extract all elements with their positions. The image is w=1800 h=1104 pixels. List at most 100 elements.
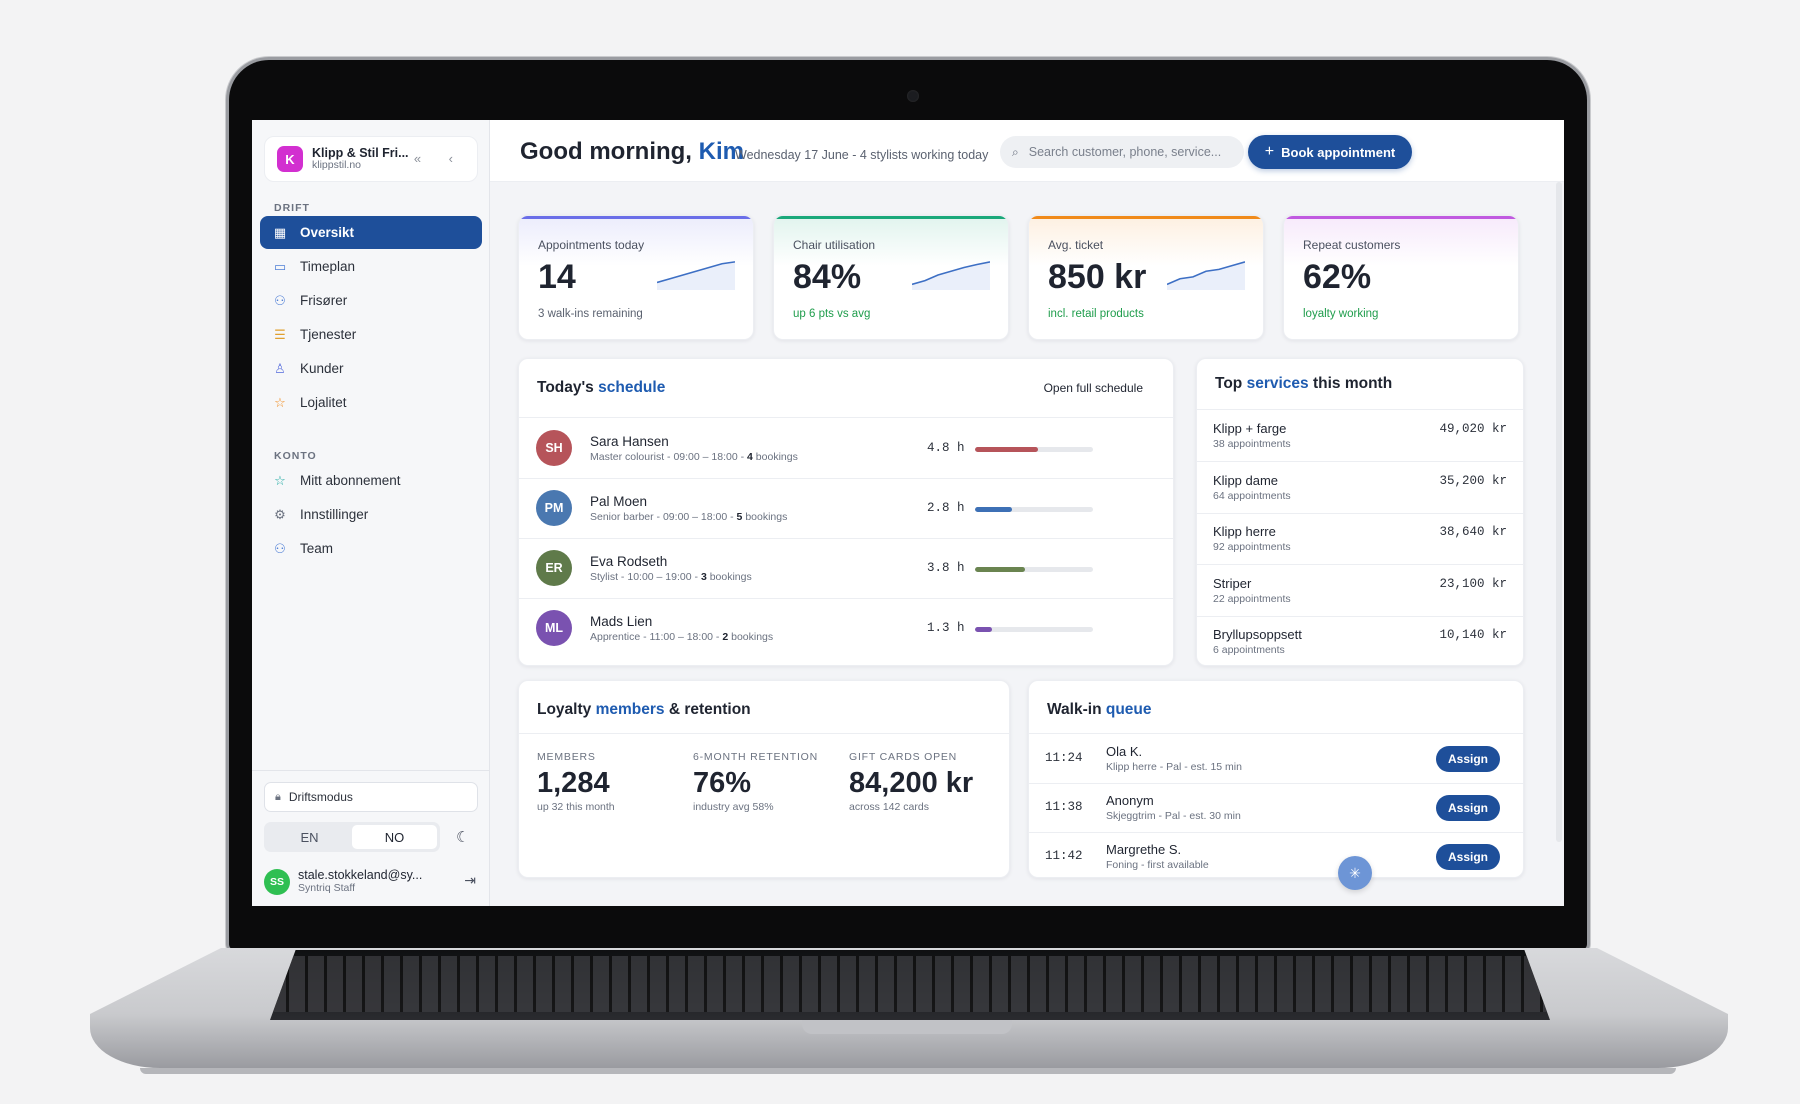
collapse-sidebar-icon[interactable]: « ‹	[414, 151, 465, 166]
kpi-value: 14	[538, 258, 576, 296]
trackpad-notch	[802, 1020, 1012, 1034]
sidebar-item-label: Mitt abonnement	[300, 473, 401, 488]
progress-fill	[975, 567, 1025, 572]
brand-url: klippstil.no	[312, 159, 362, 171]
sidebar-item-timeplan[interactable]: ▭ Timeplan	[260, 250, 482, 283]
avatar: PM	[536, 490, 572, 526]
logout-icon[interactable]: ⇥	[464, 872, 476, 889]
star-icon: ☆	[274, 394, 286, 410]
avatar: ML	[536, 610, 572, 646]
sidebar-item-team[interactable]: ⚇ Team	[260, 532, 482, 565]
driftsmodus-button[interactable]: 🔒︎ Driftsmodus	[264, 782, 478, 812]
service-count: 22 appointments	[1213, 592, 1291, 605]
assign-button[interactable]: Assign	[1436, 746, 1500, 772]
loyalty-stat-gift-cards: Gift cards open 84,200 kr across 142 car…	[849, 751, 973, 813]
sidebar-item-oversikt[interactable]: ▦ Oversikt	[260, 216, 482, 249]
stylist-detail: Senior barber - 09:00 – 18:00 - 5 bookin…	[590, 511, 788, 523]
stylist-detail: Stylist - 10:00 – 19:00 - 3 bookings	[590, 571, 752, 583]
sparkline-area	[1167, 261, 1245, 290]
kpi-sparkline	[912, 261, 990, 290]
service-row[interactable]: Klipp herre 92 appointments 38,640 kr	[1197, 513, 1523, 564]
sparkle-icon[interactable]: ✳	[1338, 856, 1372, 890]
open-full-schedule-link[interactable]: Open full schedule	[1044, 381, 1143, 395]
schedule-row[interactable]: SH Sara Hansen Master colourist - 09:00 – …	[519, 418, 1173, 478]
brand-switcher[interactable]: K Klipp & Stil Fri... klippstil.no « ‹	[264, 136, 478, 182]
search-input[interactable]: ⌕ Search customer, phone, service...	[1000, 136, 1244, 168]
sidebar-item-tjenester[interactable]: ☰ Tjenester	[260, 318, 482, 351]
sidebar-item-mitt-abonnement[interactable]: ☆ Mitt abonnement	[260, 464, 482, 497]
service-row[interactable]: Klipp + farge 38 appointments 49,020 kr	[1197, 410, 1523, 461]
loyalty-stat-members: Members 1,284 up 32 this month	[537, 751, 615, 813]
sidebar-item-kunder[interactable]: ♙ Kunder	[260, 352, 482, 385]
schedule-row[interactable]: PM Pal Moen Senior barber - 09:00 – 18:00 …	[519, 478, 1173, 538]
stylist-detail: Apprentice - 11:00 – 18:00 - 2 bookings	[590, 631, 774, 643]
sidebar-item-label: Lojalitet	[300, 395, 347, 410]
kpi-note: 3 walk-ins remaining	[538, 308, 643, 320]
service-row[interactable]: Klipp dame 64 appointments 35,200 kr	[1197, 462, 1523, 513]
service-row[interactable]: Bryllupsoppsett 6 appointments 10,140 kr	[1197, 616, 1523, 665]
sidebar-item-label: Frisører	[300, 293, 348, 308]
schedule-row[interactable]: ER Eva Rodseth Stylist - 10:00 – 19:00 - 3…	[519, 538, 1173, 598]
kpi-note: loyalty working	[1303, 308, 1379, 320]
plus-icon: +	[1264, 143, 1275, 160]
panel-title-highlight: queue	[1105, 701, 1152, 718]
sidebar-item-label: Tjenester	[300, 327, 357, 342]
keyboard-deck	[270, 950, 1550, 1020]
progress-fill	[975, 627, 992, 632]
kpi-label: Chair utilisation	[793, 238, 876, 252]
stylist-hours: 09:00 – 18:00	[662, 511, 728, 523]
services-panel: Top services this month Klipp + farge 38 …	[1196, 358, 1524, 666]
queue-detail: Foning - first available	[1106, 859, 1209, 871]
top-bar: Good morning, Kim Wednesday 17 June - 4 …	[490, 120, 1564, 182]
stylist-hours: 11:00 – 18:00	[649, 631, 713, 643]
stylist-detail: Master colourist - 09:00 – 18:00 - 4 boo…	[590, 451, 798, 463]
service-name: Striper	[1213, 575, 1252, 591]
kpi-accent-bar	[774, 216, 1008, 219]
lang-en-button[interactable]: EN	[267, 825, 352, 849]
lang-no-button[interactable]: NO	[352, 825, 437, 849]
stat-value: 76%	[693, 767, 752, 799]
assign-button[interactable]: Assign	[1436, 844, 1500, 870]
panel-title-part: Today's	[537, 379, 594, 396]
user-profile[interactable]: SS stale.stokkeland@sy... Syntriq Staff …	[264, 864, 478, 900]
kpi-value: 850 kr	[1048, 258, 1147, 296]
queue-time: 11:42	[1045, 849, 1083, 863]
service-row[interactable]: Striper 22 appointments 23,100 kr	[1197, 565, 1523, 616]
progress-track	[975, 507, 1093, 512]
panel-title-highlight: members	[595, 701, 665, 718]
booking-count: 3	[700, 571, 707, 583]
schedule-row[interactable]: ML Mads Lien Apprentice - 11:00 – 18:00 - …	[519, 598, 1173, 658]
service-count: 38 appointments	[1213, 438, 1291, 450]
sidebar-item-innstillinger[interactable]: ⚙ Innstillinger	[260, 498, 482, 531]
kpi-card-utilisation: Chair utilisation 84% up 6 pts vs avg	[773, 215, 1009, 340]
service-name: Bryllupsoppsett	[1213, 627, 1302, 642]
search-placeholder: Search customer, phone, service...	[1028, 145, 1222, 159]
queue-name: Margrethe S.	[1106, 842, 1182, 857]
kpi-accent-bar	[1029, 216, 1263, 219]
assign-button[interactable]: Assign	[1436, 795, 1500, 821]
moon-icon[interactable]: ☾	[456, 828, 469, 846]
section-label-konto: KONTO	[274, 450, 317, 462]
keyboard	[270, 956, 1550, 1012]
progress-fill	[975, 447, 1038, 452]
book-appointment-button[interactable]: + Book appointment	[1248, 135, 1412, 169]
sidebar-item-frisorer[interactable]: ⚇ Frisører	[260, 284, 482, 317]
progress-fill	[975, 507, 1012, 512]
avatar: ER	[536, 550, 572, 586]
panel-title-highlight: schedule	[598, 379, 666, 396]
book-appointment-label: Book appointment	[1281, 144, 1396, 160]
user-role: Syntriq Staff	[298, 882, 356, 894]
sidebar-item-lojalitet[interactable]: ☆ Lojalitet	[260, 386, 482, 419]
kpi-note: up 6 pts vs avg	[793, 308, 871, 320]
driftsmodus-label: Driftsmodus	[288, 790, 353, 804]
greeting-text: Good morning,	[520, 138, 692, 165]
booking-word: bookings	[755, 451, 798, 463]
worked-hours: 3.8 h	[927, 561, 965, 575]
kpi-card-appointments: Appointments today 14 3 walk-ins remaini…	[518, 215, 754, 340]
service-amount: 35,200 kr	[1439, 473, 1507, 488]
panel-title-part: Walk-in	[1047, 701, 1102, 718]
kpi-note: incl. retail products	[1048, 308, 1144, 320]
stylist-role: Stylist	[590, 571, 619, 583]
stylist-role: Master colourist	[590, 451, 665, 463]
scrollbar[interactable]	[1556, 182, 1562, 842]
